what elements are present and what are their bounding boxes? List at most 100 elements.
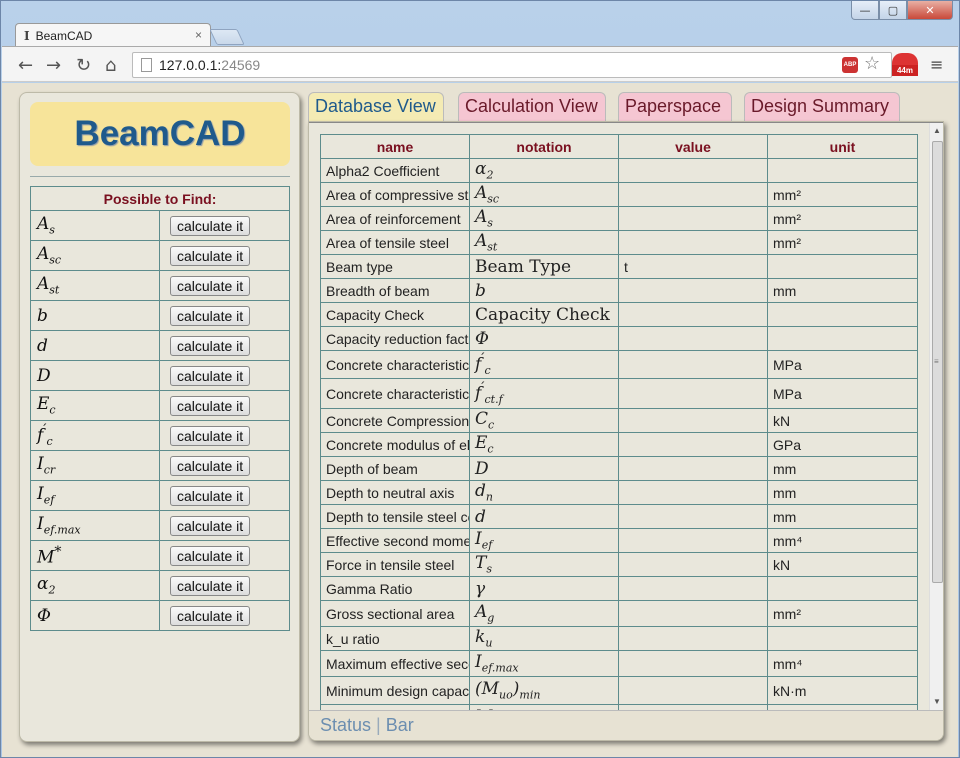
cell-notation: α2 bbox=[469, 158, 619, 183]
find-symbol: Φ bbox=[30, 600, 160, 631]
calculate-it-button[interactable]: calculate it bbox=[170, 305, 251, 326]
find-action-cell: calculate it bbox=[159, 540, 290, 571]
calculate-it-button[interactable]: calculate it bbox=[170, 545, 251, 566]
cell-notation: Capacity Check bbox=[469, 302, 619, 327]
cell-unit: mm bbox=[767, 278, 918, 303]
close-window-button[interactable]: ✕ bbox=[907, 1, 953, 20]
cell-notation: Asc bbox=[469, 182, 619, 207]
new-tab-button[interactable] bbox=[209, 29, 245, 45]
cell-name: Concrete characteristic flexural strengt… bbox=[320, 378, 470, 409]
table-row[interactable]: Area of compressive steelAsc mm² bbox=[320, 182, 918, 207]
calculate-it-button[interactable]: calculate it bbox=[170, 605, 251, 626]
table-row[interactable]: Gross sectional area Ag mm² bbox=[320, 600, 918, 627]
table-row[interactable]: Maximum effective second momentIef.max mm… bbox=[320, 650, 918, 677]
table-row[interactable]: Minimum design capacity (Muo)min kN·m bbox=[320, 676, 918, 705]
symbol-subscript: c bbox=[487, 442, 494, 456]
bookmark-star-icon[interactable]: ☆ bbox=[864, 53, 880, 74]
browser-tab[interactable]: I BeamCAD × bbox=[15, 23, 211, 47]
symbol-text: T bbox=[475, 553, 487, 574]
database-scroll-area[interactable]: name notation value unit Alpha2 Coeffici… bbox=[309, 122, 943, 710]
symbol-subscript: g bbox=[487, 611, 495, 625]
col-header-value[interactable]: value bbox=[618, 134, 768, 159]
tab-paperspace[interactable]: Paperspace bbox=[618, 92, 732, 122]
symbol-text: I bbox=[475, 529, 482, 550]
table-row[interactable]: Capacity Check Capacity Check bbox=[320, 302, 918, 327]
find-symbol: α2 bbox=[30, 570, 160, 601]
calculate-it-button[interactable]: calculate it bbox=[170, 395, 251, 416]
vertical-scrollbar[interactable]: ▲ ≡ ▼ bbox=[929, 123, 943, 710]
maximize-button[interactable]: ▢ bbox=[879, 1, 907, 20]
address-bar[interactable]: 127.0.0.1:24569 bbox=[132, 52, 892, 78]
timer-extension-icon[interactable]: 44m bbox=[892, 53, 918, 77]
table-row[interactable]: Breadth of beam b mm bbox=[320, 278, 918, 303]
table-row[interactable]: Area of tensile steel Ast mm² bbox=[320, 230, 918, 255]
table-row[interactable]: Concrete characteristic flexural strengt… bbox=[320, 378, 918, 409]
tab-design-summary[interactable]: Design Summary bbox=[744, 92, 900, 122]
cell-value bbox=[618, 158, 768, 183]
table-row[interactable]: k_u ratio ku bbox=[320, 626, 918, 651]
scroll-up-icon[interactable]: ▲ bbox=[933, 126, 941, 135]
calculate-it-button[interactable]: calculate it bbox=[170, 365, 251, 386]
cell-name: Capacity Check bbox=[320, 302, 470, 327]
table-row[interactable]: Gamma Ratio γ bbox=[320, 576, 918, 601]
page-content: BeamCAD Possible to Find: As calculate it… bbox=[2, 83, 958, 757]
browser-menu-icon[interactable]: ≡ bbox=[930, 55, 943, 74]
table-row[interactable]: Depth to tensile steel centroidd mm bbox=[320, 504, 918, 529]
tab-calculation-view[interactable]: Calculation View bbox=[458, 92, 606, 122]
tab-close-icon[interactable]: × bbox=[195, 28, 202, 42]
calculate-it-button[interactable]: calculate it bbox=[170, 275, 251, 296]
calculate-it-button[interactable]: calculate it bbox=[170, 485, 251, 506]
calculate-it-button[interactable]: calculate it bbox=[170, 425, 251, 446]
symbol-text: A bbox=[475, 602, 488, 623]
find-symbol: f′c bbox=[30, 420, 160, 451]
symbol-text: d bbox=[475, 481, 486, 502]
symbol-text: E bbox=[475, 433, 488, 454]
table-row[interactable]: Beam type Beam Type t bbox=[320, 254, 918, 279]
reload-icon[interactable]: ↻ bbox=[76, 55, 91, 76]
cell-notation: b bbox=[469, 278, 619, 303]
table-row[interactable]: Concrete characteristic strengthf′c MPa bbox=[320, 350, 918, 379]
adblock-icon[interactable]: ABP bbox=[842, 57, 858, 73]
forward-icon[interactable]: → bbox=[46, 55, 61, 76]
table-row[interactable]: Alpha2 Coefficient α2 bbox=[320, 158, 918, 183]
calculate-it-button[interactable]: calculate it bbox=[170, 575, 251, 596]
find-action-cell: calculate it bbox=[159, 360, 290, 391]
status-bar: Status | Bar bbox=[309, 710, 943, 740]
table-row[interactable]: Capacity reduction factor Φ bbox=[320, 326, 918, 351]
scroll-down-icon[interactable]: ▼ bbox=[933, 697, 941, 706]
col-header-name[interactable]: name bbox=[320, 134, 470, 159]
cell-value bbox=[618, 350, 768, 379]
table-row[interactable]: Concrete Compression forceCc kN bbox=[320, 408, 918, 433]
symbol-text: M bbox=[37, 547, 55, 568]
symbol-text: D bbox=[475, 458, 489, 479]
minimize-button[interactable]: — bbox=[851, 1, 879, 20]
find-action-cell: calculate it bbox=[159, 480, 290, 511]
table-row[interactable]: Depth to neutral axis dn mm bbox=[320, 480, 918, 505]
cell-value bbox=[618, 432, 768, 457]
cell-value bbox=[618, 456, 768, 481]
table-row[interactable]: Effective second moment of areaIef mm⁴ bbox=[320, 528, 918, 553]
table-row[interactable]: Concrete modulus of elasticityEc GPa bbox=[320, 432, 918, 457]
col-header-notation[interactable]: notation bbox=[469, 134, 619, 159]
home-icon[interactable]: ⌂ bbox=[105, 55, 116, 76]
calculate-it-button[interactable]: calculate it bbox=[170, 245, 251, 266]
table-row[interactable]: Depth of beam Dmm bbox=[320, 456, 918, 481]
cell-value bbox=[618, 552, 768, 577]
symbol-text: α bbox=[475, 159, 487, 180]
calculate-it-button[interactable]: calculate it bbox=[170, 215, 251, 236]
status-bar-label: Bar bbox=[385, 715, 414, 735]
cell-name: Area of tensile steel bbox=[320, 230, 470, 255]
calculate-it-button[interactable]: calculate it bbox=[170, 455, 251, 476]
calculate-it-button[interactable]: calculate it bbox=[170, 335, 251, 356]
back-icon[interactable]: ← bbox=[18, 55, 33, 76]
cell-value bbox=[618, 326, 768, 351]
symbol-text: C bbox=[475, 409, 489, 430]
table-row[interactable]: Force in tensile steel Ts kN bbox=[320, 552, 918, 577]
tab-database-view[interactable]: Database View bbox=[308, 92, 444, 122]
find-action-cell: calculate it bbox=[159, 390, 290, 421]
page-icon bbox=[141, 58, 152, 72]
calculate-it-button[interactable]: calculate it bbox=[170, 515, 251, 536]
table-row[interactable]: Area of reinforcement As mm² bbox=[320, 206, 918, 231]
symbol-text: A bbox=[37, 214, 50, 235]
col-header-unit[interactable]: unit bbox=[767, 134, 918, 159]
